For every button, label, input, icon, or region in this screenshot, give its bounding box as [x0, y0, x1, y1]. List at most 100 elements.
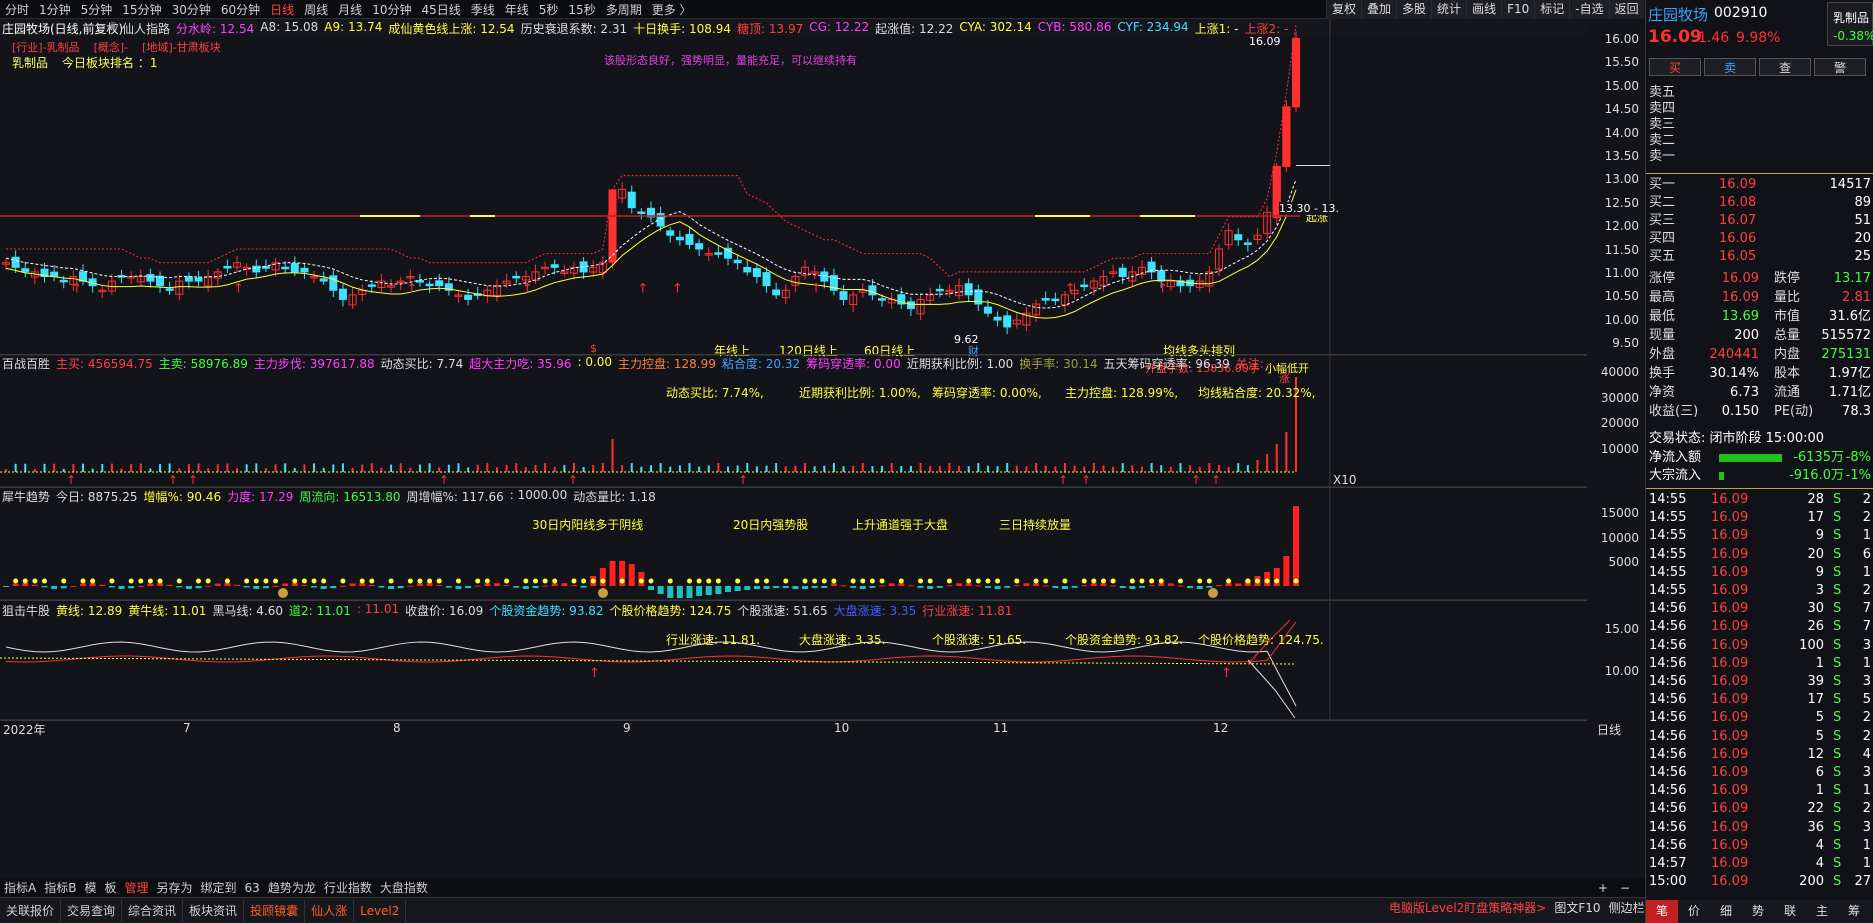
volume-bar — [1275, 444, 1278, 472]
indicator-value: 增幅%: 90.46 — [143, 490, 222, 504]
bottom-button-6[interactable]: Level2 — [354, 899, 407, 922]
volume-bar — [322, 467, 325, 472]
quote-row: 交易状态: 闭市阶段 15:00:00 — [1649, 430, 1871, 448]
volume-bar — [871, 466, 874, 472]
quote-tab-0[interactable]: 笔 — [1646, 900, 1678, 923]
trend-dot — [946, 578, 952, 584]
indicator-tab-6[interactable]: 绑定到 — [197, 879, 241, 896]
bottom-button-1[interactable]: 交易查询 — [61, 899, 123, 922]
bottom-link-1[interactable]: 图文F10 — [1550, 899, 1604, 916]
trend-bar — [1071, 586, 1078, 588]
indicator-value: 收盘价: 16.09 — [405, 604, 484, 618]
trend-dot — [359, 578, 365, 584]
tick-side: S — [1833, 583, 1842, 598]
bottom-button-4[interactable]: 投顾镜囊 — [244, 899, 306, 922]
volume-bar — [361, 464, 364, 472]
quote-row: 14:56 16.09 5 S 2 — [1649, 728, 1871, 746]
trend-bar — [1215, 585, 1222, 587]
trend-bar — [320, 586, 327, 589]
bottom-button-2[interactable]: 综合资讯 — [122, 899, 184, 922]
trend-dot — [590, 578, 596, 584]
indicator-tab-10[interactable]: 大盘指数 — [376, 879, 432, 896]
quote-tab-2[interactable]: 细 — [1710, 900, 1742, 923]
sector-box[interactable]: 乳制品 -0.38% — [1827, 2, 1873, 46]
volume-bar — [53, 463, 56, 472]
bottom-link-2[interactable]: 侧边栏 — [1605, 899, 1649, 916]
trend-bar — [474, 585, 481, 587]
indicator-tab-1[interactable]: 指标B — [40, 879, 80, 896]
trend-dot — [1226, 578, 1232, 584]
quote-tab-4[interactable]: 联 — [1774, 900, 1806, 923]
volume-bar — [755, 466, 758, 472]
trade-button-3[interactable]: 警 — [1814, 58, 1866, 76]
quote-row: 最低 13.69 市值 31.6亿 — [1649, 308, 1871, 326]
volume-bar — [958, 465, 961, 472]
indicator-value: 个股价格趋势: 124.75 — [609, 604, 732, 618]
trend-dot — [1139, 578, 1145, 584]
indicator-tab-3[interactable]: 板 — [100, 879, 120, 896]
toolbar-button-8[interactable]: 返回 — [1608, 0, 1644, 19]
minus-icon[interactable]: − — [1620, 881, 1630, 895]
volume-bar — [245, 464, 248, 472]
volume-bar — [698, 466, 701, 472]
bottom-link-0[interactable]: 电脑版Level2盯盘策略神器> — [1385, 899, 1550, 916]
trade-button-0[interactable]: 买 — [1649, 58, 1701, 76]
candle-body — [281, 266, 290, 270]
bottom-button-3[interactable]: 板块资讯 — [183, 899, 245, 922]
volume-bar — [852, 465, 855, 472]
indicator-tab-5[interactable]: 另存为 — [153, 879, 197, 896]
indicator-tab-7[interactable]: 63 — [241, 881, 264, 895]
trend-dot — [32, 578, 38, 584]
trend-dot — [1129, 578, 1135, 584]
trend-dot — [1149, 578, 1155, 584]
indicator-value: 超大主力吃: 35.96 — [469, 357, 572, 371]
volume-bar — [226, 463, 229, 472]
quote-tab-3[interactable]: 势 — [1742, 900, 1774, 923]
trend-bar — [753, 586, 760, 589]
tick-price: 16.09 — [1711, 637, 1749, 653]
stock-name: 庄园牧场 — [1648, 6, 1709, 24]
volume-bar — [765, 465, 768, 472]
indicator-tab-9[interactable]: 行业指数 — [320, 879, 376, 896]
quote-tab-6[interactable]: 筹 — [1838, 900, 1870, 923]
bottom-button-5[interactable]: 仙人涨 — [305, 899, 355, 922]
volume-bar — [1131, 465, 1134, 472]
indicator-tab-2[interactable]: 模 — [80, 879, 100, 896]
trend-dot — [157, 578, 163, 584]
trend-dot — [1081, 578, 1087, 584]
flow-value: -6135万 — [1793, 450, 1844, 465]
trade-button-1[interactable]: 卖 — [1704, 58, 1756, 76]
quote-tab-5[interactable]: 主 — [1806, 900, 1838, 923]
trend-dot — [1197, 578, 1203, 584]
trend-bar — [1042, 585, 1049, 587]
volume-bar — [409, 467, 412, 472]
trade-button-2[interactable]: 查 — [1759, 58, 1811, 76]
quote-tab-1[interactable]: 价 — [1678, 900, 1710, 923]
indicator-tab-4[interactable]: 管理 — [120, 879, 152, 896]
indicator-tab-0[interactable]: 指标A — [0, 879, 40, 896]
panel-note: 动态买比: 7.74%, — [666, 386, 764, 400]
tick-side: S — [1833, 601, 1842, 617]
candle-body — [425, 283, 434, 287]
sell-level-label: 卖一 — [1649, 149, 1676, 164]
volume-bar — [823, 465, 826, 472]
plus-icon[interactable]: + — [1598, 881, 1608, 895]
axis-tick: 15000 — [1600, 506, 1639, 520]
volume-bar — [351, 467, 354, 472]
indicator-tab-8[interactable]: 趋势为龙 — [264, 879, 320, 896]
trend-bar — [725, 586, 732, 592]
quote-row: 14:55 16.09 9 S 1 — [1649, 527, 1871, 545]
panel4-axis: 15.00 10.00 — [1587, 602, 1645, 720]
bottom-button-0[interactable]: 关联报价 — [0, 899, 62, 922]
date-tick: 11 — [993, 721, 1009, 735]
volume-bar — [929, 465, 932, 472]
kline-chart[interactable]: ↑ ↑ ↑ ↑ ↑ ↑ ↑ ↑ ↑ ↑ ↑ ↑ ↑ ↑ ↑ ↑ ↑ ↑ ↑ ↑ ↑ — [0, 0, 1587, 878]
tick-count: 2 — [1862, 801, 1871, 817]
trend-dot — [417, 578, 423, 584]
trend-bar — [51, 586, 58, 589]
trend-bar — [570, 585, 577, 587]
trend-dot — [196, 578, 202, 584]
quote-row: 14:56 16.09 5 S 2 — [1649, 709, 1871, 727]
flow-label: 大宗流入 — [1649, 468, 1702, 483]
indicator-value: 粘合度: 20.32 — [721, 357, 801, 371]
